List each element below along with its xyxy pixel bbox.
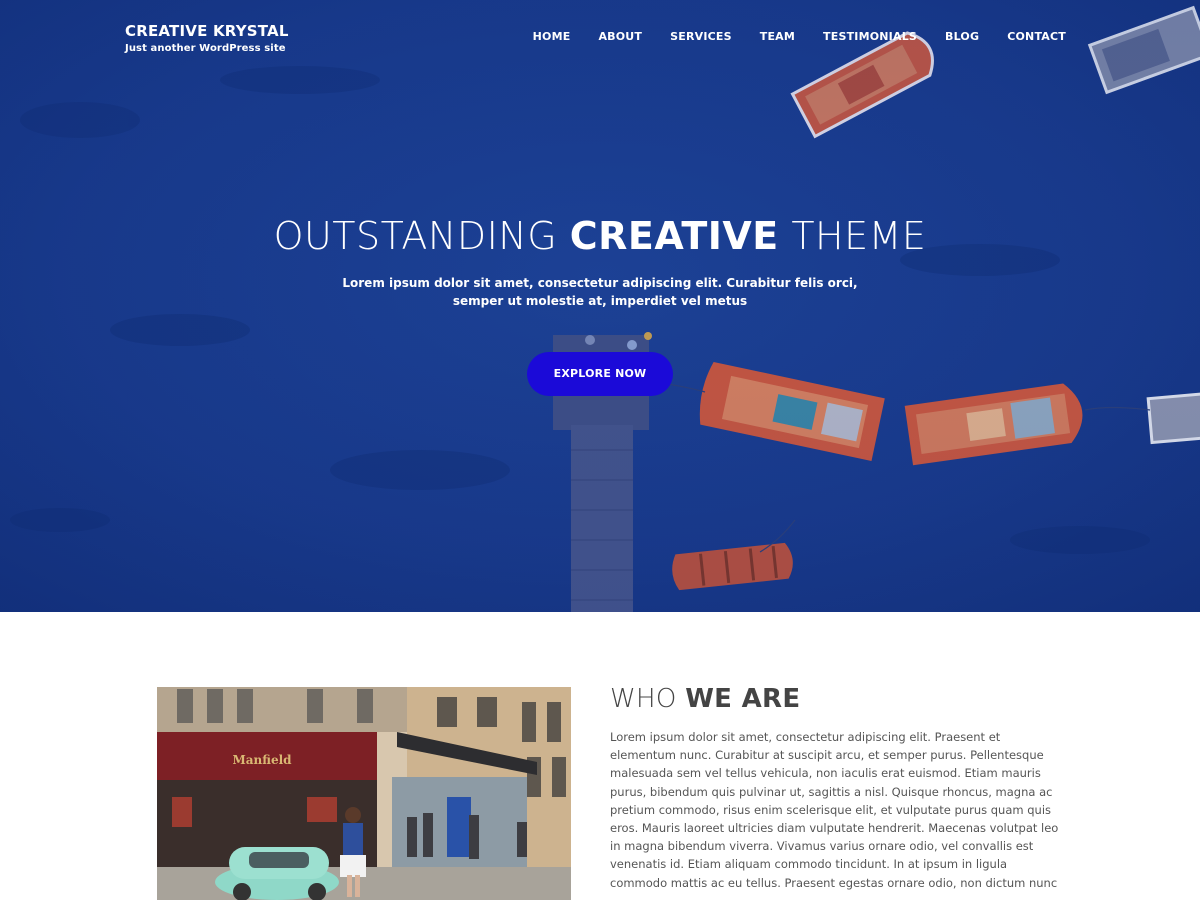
- about-title-bold: WE ARE: [685, 684, 801, 714]
- hero-title: OUTSTANDING CREATIVE THEME: [0, 212, 1200, 260]
- nav-item-testimonials[interactable]: TESTIMONIALS: [823, 30, 917, 43]
- about-section: Manfield WHO WE ARE Lorem ipsum dolor si…: [0, 612, 1200, 900]
- site-title[interactable]: CREATIVE KRYSTAL: [125, 22, 289, 40]
- nav-item-home[interactable]: HOME: [533, 30, 571, 43]
- hero-content: OUTSTANDING CREATIVE THEME Lorem ipsum d…: [0, 212, 1200, 396]
- about-title-light: WHO: [610, 684, 686, 714]
- site-header: CREATIVE KRYSTAL Just another WordPress …: [0, 0, 1200, 80]
- storefront-sign: Manfield: [232, 753, 292, 767]
- nav-item-about[interactable]: ABOUT: [598, 30, 642, 43]
- main-nav: HOME ABOUT SERVICES TEAM TESTIMONIALS BL…: [533, 30, 1066, 43]
- about-body: Lorem ipsum dolor sit amet, consectetur …: [610, 730, 1059, 890]
- about-title: WHO WE ARE: [610, 684, 1066, 714]
- storefront-illustration: Manfield: [157, 687, 571, 900]
- explore-now-button[interactable]: EXPLORE NOW: [527, 352, 673, 396]
- hero-subtitle: Lorem ipsum dolor sit amet, consectetur …: [342, 276, 858, 308]
- site-tagline: Just another WordPress site: [125, 43, 286, 54]
- hero-title-part-2: THEME: [778, 214, 927, 258]
- site-brand[interactable]: CREATIVE KRYSTAL Just another WordPress …: [125, 22, 289, 54]
- nav-item-blog[interactable]: BLOG: [945, 30, 979, 43]
- hero-section: CREATIVE KRYSTAL Just another WordPress …: [0, 0, 1200, 612]
- hero-title-part-1: OUTSTANDING: [273, 214, 570, 258]
- hero-title-bold: CREATIVE: [569, 214, 779, 258]
- about-storefront-image: Manfield: [157, 687, 571, 900]
- nav-item-team[interactable]: TEAM: [760, 30, 795, 43]
- about-text: WHO WE ARE Lorem ipsum dolor sit amet, c…: [610, 684, 1066, 892]
- nav-item-contact[interactable]: CONTACT: [1007, 30, 1066, 43]
- nav-item-services[interactable]: SERVICES: [670, 30, 732, 43]
